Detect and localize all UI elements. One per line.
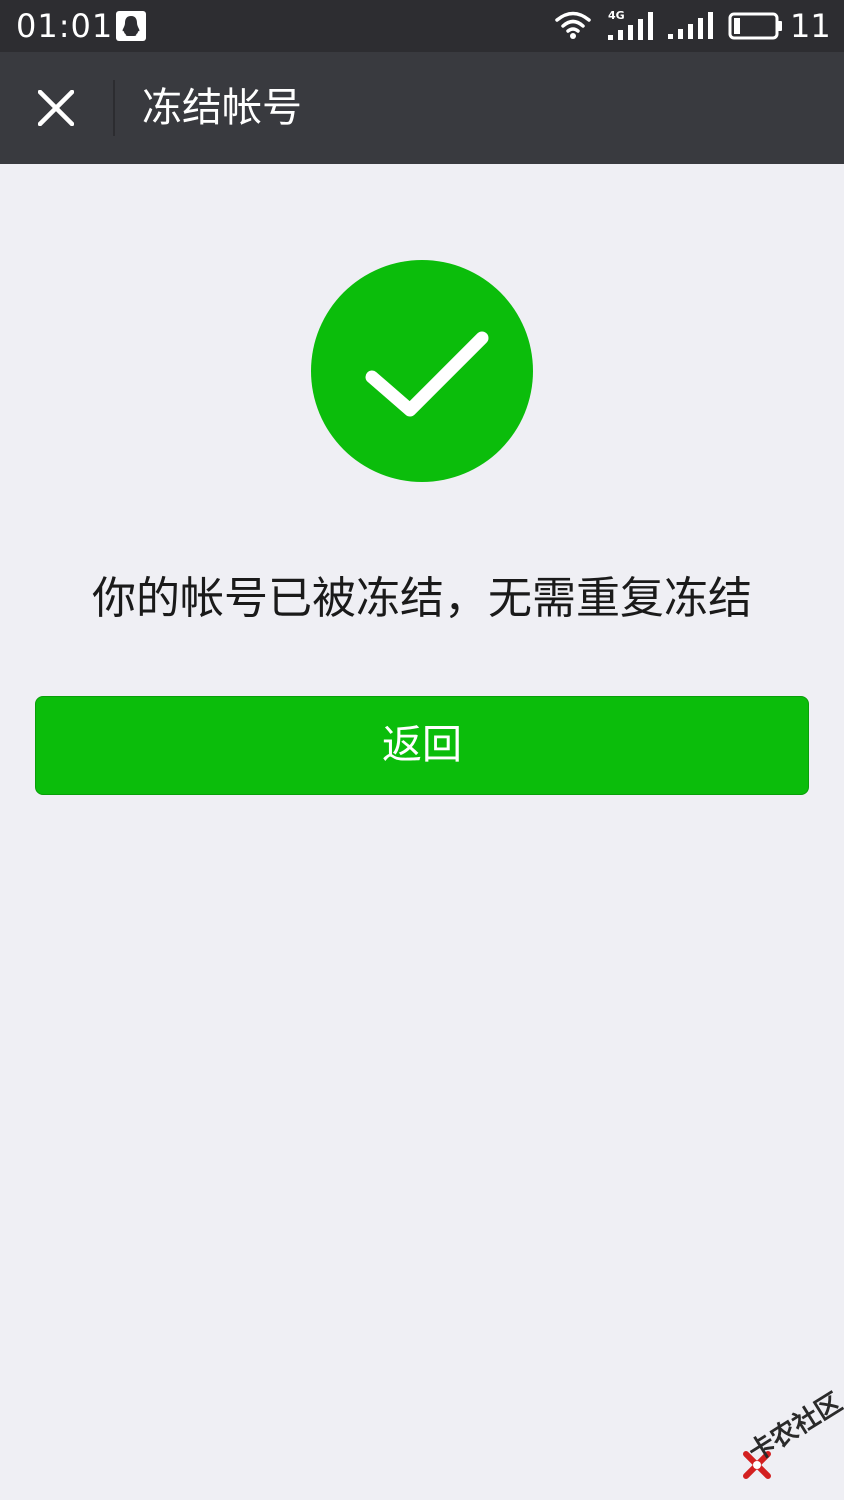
battery-icon (728, 11, 784, 41)
watermark-text: 卡农社区 (743, 1387, 844, 1469)
status-bar: 01:01 4G 11 (0, 0, 844, 52)
battery-level-text: 11 (790, 7, 831, 45)
close-icon (38, 90, 74, 126)
close-button[interactable] (18, 70, 94, 146)
network-type-label: 4G (608, 9, 625, 22)
back-button[interactable]: 返回 (35, 696, 809, 795)
nav-divider (113, 80, 115, 136)
status-time: 01:01 (16, 7, 114, 45)
watermark-logo: 卡农社区 (738, 1388, 844, 1482)
signal-4g-icon: 4G (606, 8, 654, 42)
status-message: 你的帐号已被冻结，无需重复冻结 (92, 573, 752, 624)
qq-penguin-icon (116, 11, 146, 41)
check-circle-icon (310, 259, 534, 483)
wifi-icon (554, 10, 592, 40)
nav-bar: 冻结帐号 (0, 52, 844, 164)
page-title: 冻结帐号 (142, 85, 302, 131)
signal-icon (666, 12, 714, 40)
